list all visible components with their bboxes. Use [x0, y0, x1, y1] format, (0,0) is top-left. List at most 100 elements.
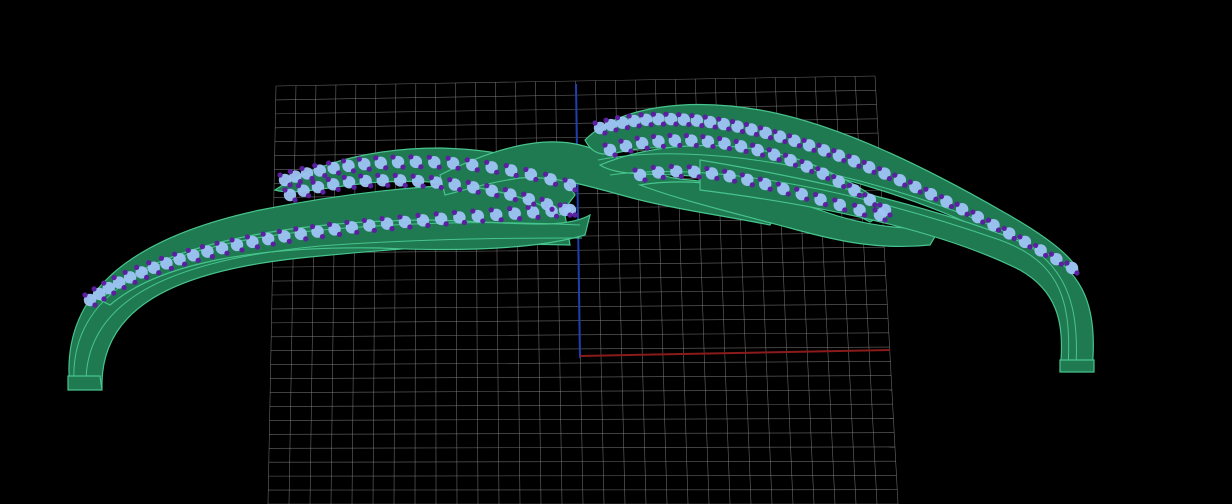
prong: [214, 240, 220, 246]
prong: [638, 112, 644, 118]
prong: [786, 133, 793, 139]
prong: [861, 159, 867, 165]
prong: [549, 206, 555, 212]
prong: [503, 162, 509, 169]
prong: [693, 142, 699, 149]
prong: [678, 173, 684, 179]
prong: [144, 274, 150, 280]
prong: [344, 219, 350, 225]
prong: [309, 223, 316, 230]
prong: [812, 191, 819, 198]
x-axis-line: [579, 349, 891, 357]
prong: [856, 192, 863, 198]
prong: [351, 184, 357, 190]
prong: [995, 227, 1002, 233]
prong: [488, 207, 494, 213]
prong: [276, 228, 282, 234]
prong: [525, 204, 531, 210]
prong: [618, 138, 624, 144]
prong: [122, 269, 128, 275]
prong: [1058, 261, 1064, 267]
prong: [455, 165, 461, 171]
prong: [199, 244, 206, 250]
prong: [286, 238, 292, 244]
prong: [676, 111, 682, 118]
prong: [282, 187, 288, 193]
prong: [739, 172, 745, 178]
prong: [465, 179, 471, 185]
prong: [295, 183, 302, 189]
prong: [111, 290, 117, 296]
prong: [660, 174, 666, 180]
prong: [244, 234, 251, 240]
prong: [862, 192, 868, 198]
prong: [626, 113, 632, 119]
prong: [445, 155, 451, 161]
prong: [642, 177, 648, 183]
prong: [841, 183, 847, 190]
prong: [408, 154, 414, 160]
prong: [336, 231, 343, 237]
prong: [480, 218, 486, 224]
prong: [436, 164, 442, 170]
prong: [438, 184, 444, 191]
prong: [341, 174, 347, 180]
prong: [1011, 235, 1017, 242]
prong: [320, 189, 326, 195]
prong: [826, 152, 832, 158]
prong: [794, 186, 800, 192]
prong: [132, 279, 138, 285]
cad-3d-viewport[interactable]: [0, 0, 1232, 504]
prong: [650, 164, 656, 170]
prong: [310, 179, 316, 185]
prong: [702, 114, 708, 120]
prong: [475, 189, 481, 195]
prong: [292, 197, 298, 203]
prong: [721, 168, 728, 174]
prong: [305, 193, 312, 199]
prong: [1033, 242, 1039, 249]
shank-end-left: [67, 375, 103, 391]
prong: [882, 217, 888, 223]
prong: [303, 236, 309, 242]
prong: [260, 231, 266, 237]
prong: [356, 156, 362, 162]
prong: [418, 164, 424, 170]
prong: [312, 162, 318, 169]
prong: [385, 182, 391, 188]
prong: [846, 182, 853, 188]
prong: [663, 111, 669, 117]
prong: [907, 179, 913, 185]
prong: [443, 221, 449, 227]
prong: [861, 212, 868, 218]
prong: [392, 172, 398, 178]
prong: [111, 274, 117, 281]
prong: [660, 143, 667, 149]
prong: [592, 120, 598, 126]
prong: [712, 124, 718, 130]
prong: [696, 174, 702, 180]
prong: [389, 226, 395, 232]
3d-scene[interactable]: [0, 0, 1232, 504]
prong: [209, 254, 216, 260]
prong: [917, 189, 923, 195]
prong: [842, 207, 848, 213]
prong: [757, 125, 764, 131]
prong: [426, 154, 432, 160]
prong: [710, 143, 716, 150]
prong: [433, 211, 439, 217]
prong: [644, 145, 650, 151]
prong: [954, 201, 960, 207]
prong: [383, 165, 389, 171]
prong: [557, 202, 563, 208]
prong: [650, 111, 657, 117]
prong: [168, 265, 175, 271]
prong: [767, 135, 774, 141]
prong: [667, 132, 673, 139]
prong: [785, 191, 791, 197]
prong: [512, 196, 518, 203]
shank-end-right: [1059, 359, 1095, 373]
prong: [402, 182, 408, 188]
prong: [668, 163, 674, 169]
prong: [451, 209, 458, 216]
